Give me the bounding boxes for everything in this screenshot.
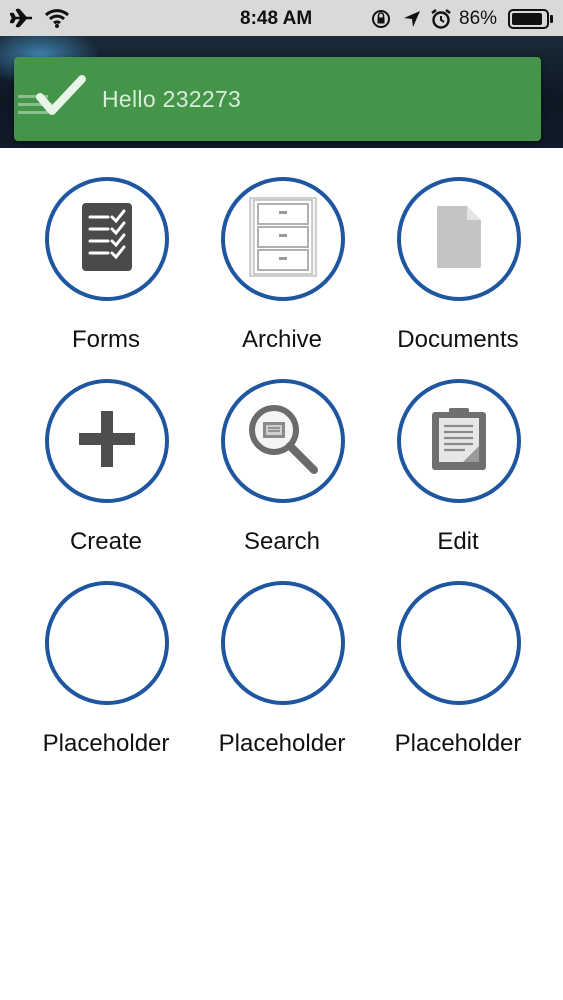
archive-button[interactable] bbox=[221, 177, 345, 301]
edit-tile[interactable]: Edit bbox=[370, 350, 546, 555]
forms-button[interactable] bbox=[45, 177, 169, 301]
banner-message: Hello 232273 bbox=[102, 86, 242, 112]
header: Hello 232273 bbox=[0, 36, 563, 148]
forms-checklist-icon bbox=[79, 200, 135, 279]
create-button[interactable] bbox=[45, 379, 169, 503]
placeholder-tile-2[interactable]: Placeholder bbox=[194, 552, 370, 757]
location-icon bbox=[402, 9, 422, 35]
placeholder-tile-1[interactable]: Placeholder bbox=[18, 552, 194, 757]
search-button[interactable] bbox=[221, 379, 345, 503]
placeholder-button-1[interactable] bbox=[45, 581, 169, 705]
filing-cabinet-icon bbox=[248, 196, 318, 283]
edit-button[interactable] bbox=[397, 379, 521, 503]
orientation-lock-icon bbox=[370, 8, 392, 36]
plus-icon bbox=[77, 409, 137, 474]
placeholder-button-2[interactable] bbox=[221, 581, 345, 705]
magnifier-icon bbox=[246, 402, 320, 481]
document-icon bbox=[433, 202, 485, 277]
checkmark-icon bbox=[18, 75, 90, 130]
placeholder-label-1: Placeholder bbox=[42, 730, 170, 757]
alarm-icon bbox=[430, 8, 452, 36]
welcome-banner: Hello 232273 bbox=[14, 57, 541, 141]
archive-tile[interactable]: Archive bbox=[194, 148, 370, 353]
clipboard-icon bbox=[429, 406, 489, 477]
battery-percent: 86% bbox=[459, 8, 498, 29]
documents-tile[interactable]: Documents bbox=[370, 148, 546, 353]
status-time: 8:48 AM bbox=[240, 8, 313, 29]
forms-tile[interactable]: Forms bbox=[18, 148, 194, 353]
placeholder-tile-3[interactable]: Placeholder bbox=[370, 552, 546, 757]
battery-icon bbox=[508, 9, 554, 35]
search-tile[interactable]: Search bbox=[194, 350, 370, 555]
airplane-icon bbox=[9, 8, 34, 34]
placeholder-button-3[interactable] bbox=[397, 581, 521, 705]
wifi-icon bbox=[44, 7, 70, 35]
placeholder-label-3: Placeholder bbox=[394, 730, 522, 757]
create-tile[interactable]: Create bbox=[18, 350, 194, 555]
placeholder-label-2: Placeholder bbox=[218, 730, 346, 757]
status-bar: 8:48 AM 86% bbox=[0, 0, 563, 36]
documents-button[interactable] bbox=[397, 177, 521, 301]
